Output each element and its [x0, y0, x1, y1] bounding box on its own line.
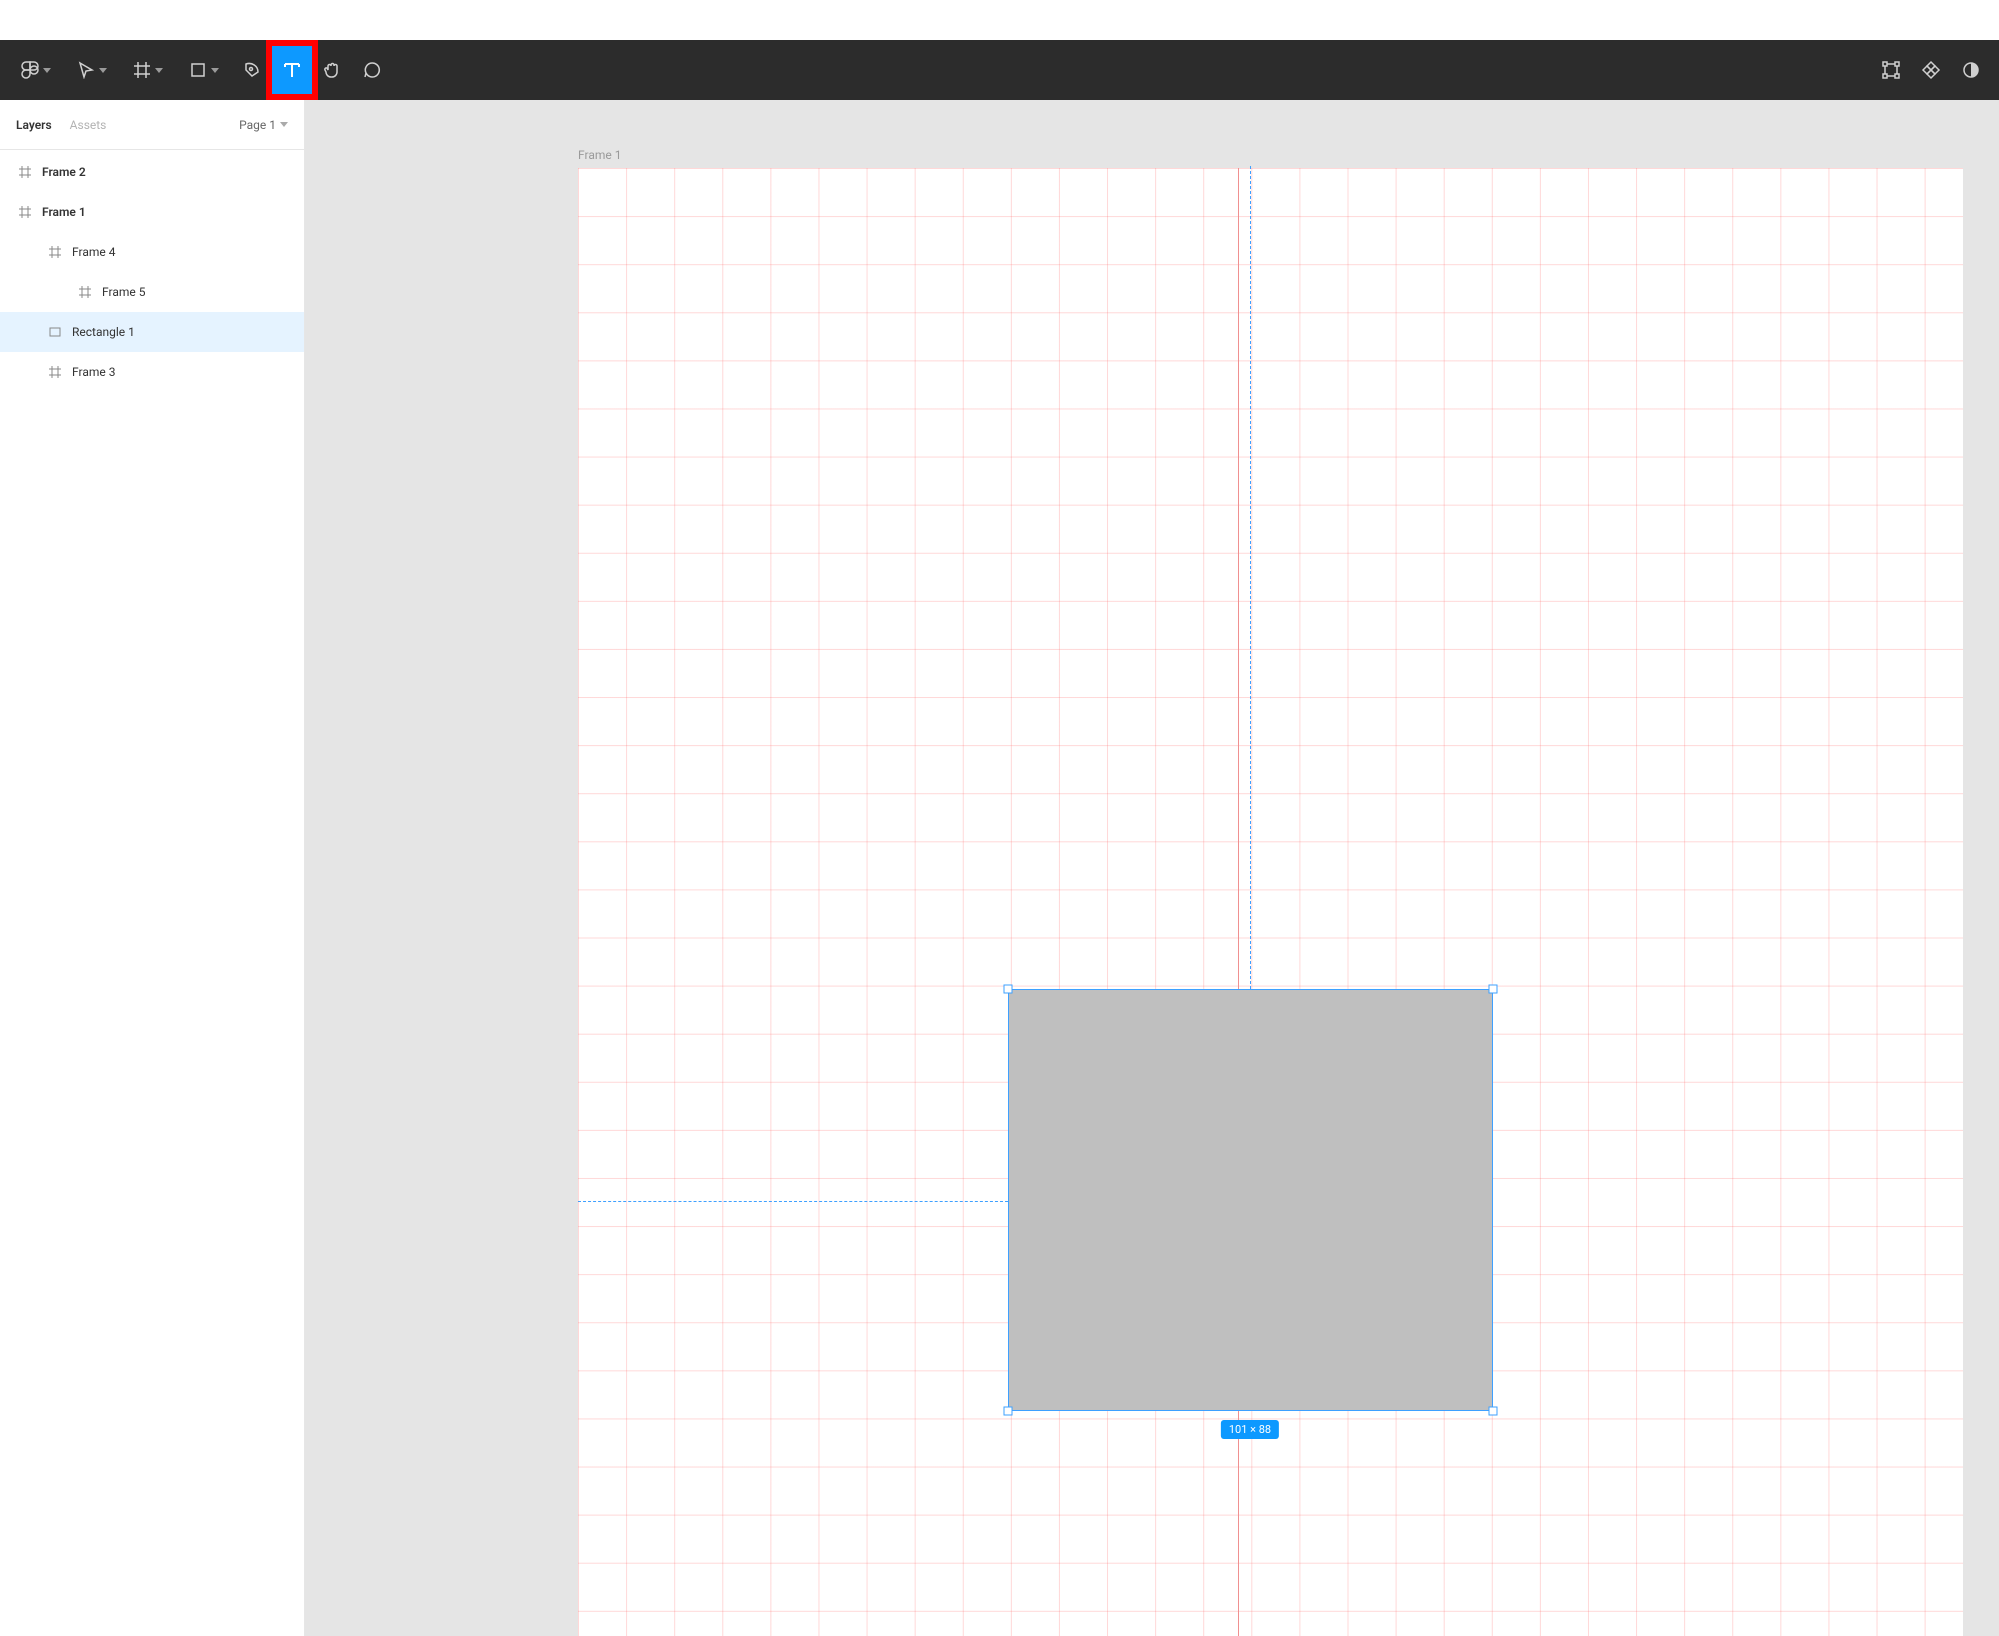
selection-handle-ne[interactable] — [1489, 985, 1498, 994]
layer-label: Frame 1 — [42, 205, 86, 219]
figma-logo-icon — [21, 58, 39, 82]
layer-label: Frame 2 — [42, 165, 86, 179]
layer-row[interactable]: Frame 3 — [0, 352, 304, 392]
tab-layers[interactable]: Layers — [16, 118, 52, 132]
pen-icon — [242, 60, 262, 80]
rectangle-icon — [48, 325, 62, 339]
contrast-button[interactable] — [1951, 46, 1991, 94]
smart-guide-vertical — [1250, 166, 1251, 1054]
text-icon — [281, 59, 303, 81]
grid-column-divider — [1238, 168, 1239, 1636]
frame-icon — [48, 365, 62, 379]
component-button[interactable] — [1871, 46, 1911, 94]
mask-button[interactable] — [1911, 46, 1951, 94]
layer-row[interactable]: Frame 5 — [0, 272, 304, 312]
layout-grid — [578, 168, 1963, 1636]
frame-icon — [78, 285, 92, 299]
layer-row[interactable]: Frame 2 — [0, 152, 304, 192]
layer-label: Rectangle 1 — [72, 325, 135, 339]
caret-down-icon — [99, 68, 107, 73]
tab-assets[interactable]: Assets — [70, 118, 107, 132]
layer-label: Frame 5 — [102, 285, 145, 299]
half-circle-icon — [1961, 60, 1981, 80]
artboard-frame-1[interactable] — [578, 168, 1963, 1636]
comment-tool-button[interactable] — [352, 46, 392, 94]
sidebar-tabs: Layers Assets Page 1 — [0, 100, 304, 150]
layer-row[interactable]: Frame 4 — [0, 232, 304, 272]
shape-tool-button[interactable] — [176, 46, 232, 94]
cursor-icon — [77, 61, 95, 79]
hand-tool-button[interactable] — [312, 46, 352, 94]
layer-row[interactable]: Frame 1 — [0, 192, 304, 232]
smart-guide-horizontal — [578, 1201, 1008, 1202]
selection-handle-sw[interactable] — [1004, 1407, 1013, 1416]
text-tool-button[interactable] — [272, 46, 312, 94]
selected-rectangle[interactable] — [1008, 989, 1493, 1411]
frame-icon — [18, 205, 32, 219]
frame-tool-button[interactable] — [120, 46, 176, 94]
comment-icon — [362, 60, 382, 80]
page-selector[interactable]: Page 1 — [239, 118, 288, 132]
frame-icon — [18, 165, 32, 179]
frame-icon — [133, 61, 151, 79]
hand-icon — [322, 60, 342, 80]
pen-tool-button[interactable] — [232, 46, 272, 94]
frame-icon — [48, 245, 62, 259]
layers-list: Frame 2 Frame 1 Frame 4 Frame 5 Rectangle 1 F… — [0, 150, 304, 392]
move-tool-button[interactable] — [64, 46, 120, 94]
selection-dimensions-badge: 101 × 88 — [1221, 1420, 1279, 1439]
selection-handle-se[interactable] — [1489, 1407, 1498, 1416]
layer-row[interactable]: Rectangle 1 — [0, 312, 304, 352]
toolbar-left — [8, 46, 392, 94]
main-menu-button[interactable] — [8, 46, 64, 94]
canvas-area[interactable]: Frame 1 101 × 88 — [305, 100, 1999, 1636]
caret-down-icon — [43, 68, 51, 73]
toolbar — [0, 40, 1999, 100]
caret-down-icon — [280, 122, 288, 127]
layer-label: Frame 3 — [72, 365, 115, 379]
layers-sidebar: Layers Assets Page 1 Frame 2Frame 1Frame… — [0, 100, 305, 1636]
page-selector-label: Page 1 — [239, 118, 276, 132]
caret-down-icon — [155, 68, 163, 73]
bounding-box-icon — [1881, 60, 1901, 80]
caret-down-icon — [211, 68, 219, 73]
toolbar-right — [1871, 46, 1991, 94]
layer-label: Frame 4 — [72, 245, 115, 259]
window-top-strip — [0, 0, 1999, 40]
rectangle-icon — [189, 61, 207, 79]
diamond-grid-icon — [1921, 60, 1941, 80]
frame-label[interactable]: Frame 1 — [578, 148, 621, 162]
selection-handle-nw[interactable] — [1004, 985, 1013, 994]
